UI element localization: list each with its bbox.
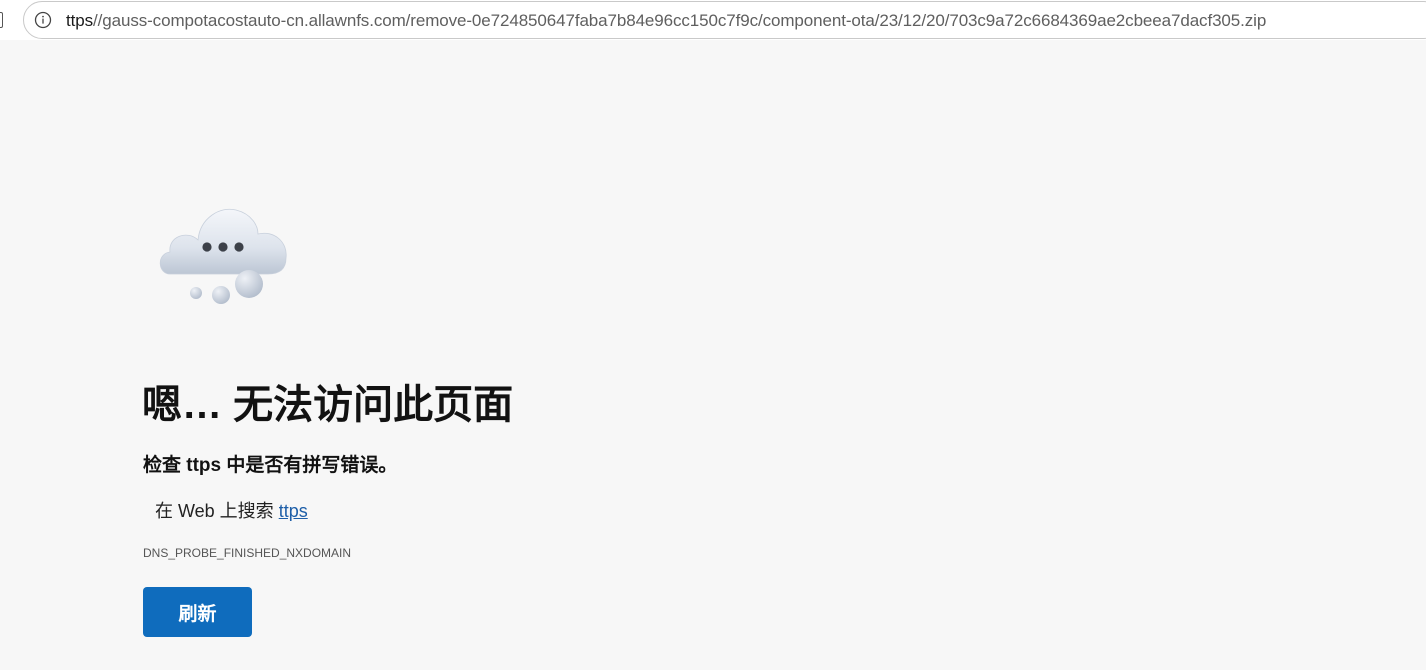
page-title: 嗯… 无法访问此页面 bbox=[142, 383, 514, 427]
address-bar[interactable]: ttps//gauss-compotacostauto-cn.allawnfs.… bbox=[23, 1, 1426, 39]
url-path: //gauss-compotacostauto-cn.allawnfs.com/… bbox=[93, 11, 1267, 30]
cloud-icon bbox=[159, 208, 287, 304]
url-scheme: ttps bbox=[66, 11, 94, 30]
tab-actions-icon[interactable] bbox=[0, 12, 3, 28]
info-circle-icon[interactable] bbox=[34, 11, 52, 29]
error-code: DNS_PROBE_FINISHED_NXDOMAIN bbox=[143, 546, 352, 560]
address-bar-row: ttps//gauss-compotacostauto-cn.allawnfs.… bbox=[0, 0, 1426, 40]
spelling-hint: 检查 ttps 中是否有拼写错误。 bbox=[143, 455, 398, 476]
refresh-button[interactable]: 刷新 bbox=[143, 587, 252, 637]
search-link[interactable]: ttps bbox=[279, 501, 308, 521]
web-search-suggestion: 在 Web 上搜索 ttps bbox=[155, 497, 308, 523]
search-prefix: 在 Web 上搜索 bbox=[155, 501, 279, 521]
url-text[interactable]: ttps//gauss-compotacostauto-cn.allawnfs.… bbox=[66, 11, 1266, 31]
